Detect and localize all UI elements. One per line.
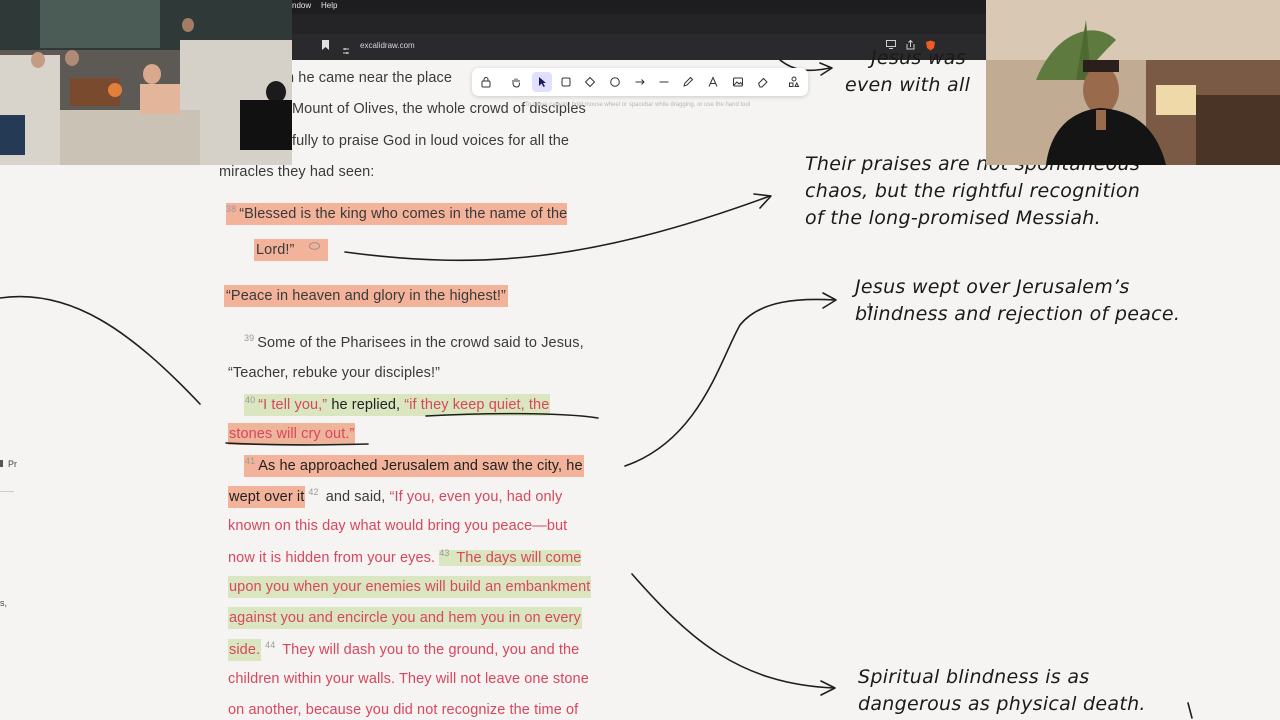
webcam-group-video bbox=[0, 0, 292, 165]
hand-tool-button[interactable] bbox=[506, 72, 526, 92]
verse-39-line-2: “Teacher, rebuke your disciples!” bbox=[228, 365, 441, 381]
text-icon bbox=[708, 76, 718, 87]
verse-42-line-2: known on this day what would bring you p… bbox=[228, 518, 568, 534]
selection-tool-button[interactable] bbox=[532, 72, 552, 92]
verse-text: upon you when your enemies will build an… bbox=[228, 576, 592, 598]
verse-41-line-2: wept over it 42 and said, “If you, even y… bbox=[228, 485, 563, 508]
note-line: dangerous as physical death. bbox=[858, 693, 1146, 715]
verse-40-line-1: 40 “I tell you,” he replied, “if they kee… bbox=[244, 393, 551, 416]
note-top[interactable]: Jesus was even with all bbox=[845, 45, 970, 99]
note-wept[interactable]: Jesus wept over Jerusalem’s blindness an… bbox=[855, 274, 1180, 328]
verse-text: “I tell you,” bbox=[258, 396, 328, 413]
verse-number: 38 bbox=[226, 204, 237, 214]
line-icon bbox=[659, 81, 669, 83]
verse-text: “if they keep quiet, the bbox=[404, 396, 550, 413]
verse-43-line-3: against you and encircle you and hem you… bbox=[228, 607, 582, 629]
verse-text: he replied, bbox=[327, 396, 405, 413]
shape-toolbar bbox=[472, 68, 808, 96]
comment-icon[interactable] bbox=[309, 238, 320, 250]
group-video-frame bbox=[0, 0, 292, 165]
verse-41-line-1: 41 As he approached Jerusalem and saw the… bbox=[244, 454, 584, 477]
verse-number: 44 bbox=[265, 640, 276, 650]
ellipse-icon bbox=[610, 77, 620, 87]
verse-38-line-3: “Peace in heaven and glory in the highes… bbox=[224, 285, 508, 307]
verse-number: 41 bbox=[245, 456, 256, 466]
draw-tool-button[interactable] bbox=[678, 72, 698, 92]
lock-icon bbox=[481, 77, 491, 88]
toolbar-hint: To move canvas, hold mouse wheel or spac… bbox=[525, 102, 751, 108]
pencil-icon bbox=[683, 76, 694, 87]
passage-line-4: miracles they had seen: bbox=[219, 164, 375, 180]
verse-number: 39 bbox=[244, 333, 255, 343]
verse-text: They will dash you to the ground, you an… bbox=[278, 641, 580, 658]
image-icon bbox=[733, 77, 743, 87]
verse-text: now it is hidden from your eyes. bbox=[228, 549, 440, 566]
verse-text: stones will cry out.” bbox=[228, 423, 356, 445]
more-tools-button[interactable] bbox=[784, 72, 804, 92]
webcam-presenter-video bbox=[986, 0, 1280, 165]
divider bbox=[0, 491, 14, 492]
eraser-icon bbox=[757, 77, 768, 88]
verse-number: 43 bbox=[439, 548, 450, 558]
side-fragment-2: s, bbox=[0, 598, 8, 608]
ellipse-tool-button[interactable] bbox=[605, 72, 625, 92]
verse-42-line-3: now it is hidden from your eyes. 43 The … bbox=[228, 548, 582, 566]
verse-text: wept over it bbox=[228, 485, 306, 508]
verse-40-line-2: stones will cry out.” bbox=[228, 423, 356, 445]
rectangle-tool-button[interactable] bbox=[556, 72, 576, 92]
note-line: even with all bbox=[845, 74, 971, 96]
verse-44-line-1: side. 44 They will dash you to the ground… bbox=[228, 638, 580, 661]
note-blindness[interactable]: Spiritual blindness is as dangerous as p… bbox=[858, 664, 1146, 718]
site-settings-icon[interactable] bbox=[342, 42, 350, 54]
side-fragment: Pr bbox=[0, 459, 17, 469]
verse-text: side. bbox=[228, 638, 262, 661]
arrow-right-icon bbox=[635, 79, 645, 85]
verse-text: “Blessed is the king who comes in the na… bbox=[239, 205, 568, 222]
verse-43-line-2: upon you when your enemies will build an… bbox=[228, 576, 592, 598]
menu-window[interactable]: ndow bbox=[292, 1, 311, 10]
verse-text: Some of the Pharisees in the crowd said … bbox=[257, 334, 584, 351]
passage-line-3: fully to praise God in loud voices for a… bbox=[292, 133, 570, 149]
note-line: chaos, but the rightful recognition bbox=[805, 180, 1141, 202]
text-tool-button[interactable] bbox=[703, 72, 723, 92]
diamond-icon bbox=[584, 76, 596, 88]
line-tool-button[interactable] bbox=[654, 72, 674, 92]
tab-strip bbox=[292, 14, 986, 34]
verse-text: “If you, even you, had only bbox=[389, 488, 563, 505]
verse-text: The days will come bbox=[452, 549, 582, 566]
verse-38-line-1: 38 “Blessed is the king who comes in the … bbox=[224, 202, 569, 225]
arrow-tool-button[interactable] bbox=[630, 72, 650, 92]
rectangle-icon bbox=[561, 77, 571, 87]
address-bar[interactable]: excalidraw.com bbox=[334, 39, 934, 55]
note-line: of the long-promised Messiah. bbox=[805, 207, 1101, 229]
note-line: Jesus wept over Jerusalem’s bbox=[855, 276, 1130, 298]
image-tool-button[interactable] bbox=[728, 72, 748, 92]
url-text: excalidraw.com bbox=[360, 41, 415, 50]
shapes-icon bbox=[789, 76, 800, 87]
verse-number: 42 bbox=[308, 487, 319, 497]
bookmark-icon[interactable] bbox=[320, 40, 330, 50]
verse-44-line-3: on another, because you did not recogniz… bbox=[228, 702, 579, 718]
hand-icon bbox=[512, 78, 520, 88]
verse-39-line-1: 39 Some of the Pharisees in the crowd sai… bbox=[244, 333, 584, 351]
note-line: Jesus was bbox=[871, 47, 966, 69]
verse-number: 40 bbox=[245, 395, 256, 405]
verse-text: and said, bbox=[321, 488, 390, 505]
note-line: Spiritual blindness is as bbox=[858, 666, 1090, 688]
verse-text: against you and encircle you and hem you… bbox=[228, 607, 582, 629]
passage-line-1: n he came near the place bbox=[286, 70, 453, 86]
verse-text: As he approached Jerusalem and saw the c… bbox=[258, 457, 583, 474]
menu-help[interactable]: Help bbox=[321, 1, 337, 10]
eraser-tool-button[interactable] bbox=[753, 72, 773, 92]
note-line: blindness and rejection of peace. bbox=[855, 303, 1181, 325]
presenter-video-frame bbox=[986, 0, 1280, 165]
verse-text: “Peace in heaven and glory in the highes… bbox=[224, 285, 508, 307]
side-fragment-text: Pr bbox=[8, 459, 17, 469]
verse-44-line-2: children within your walls. They will no… bbox=[228, 671, 589, 687]
diamond-tool-button[interactable] bbox=[580, 72, 600, 92]
lock-tool-button[interactable] bbox=[476, 72, 496, 92]
pointer-icon bbox=[539, 77, 546, 87]
